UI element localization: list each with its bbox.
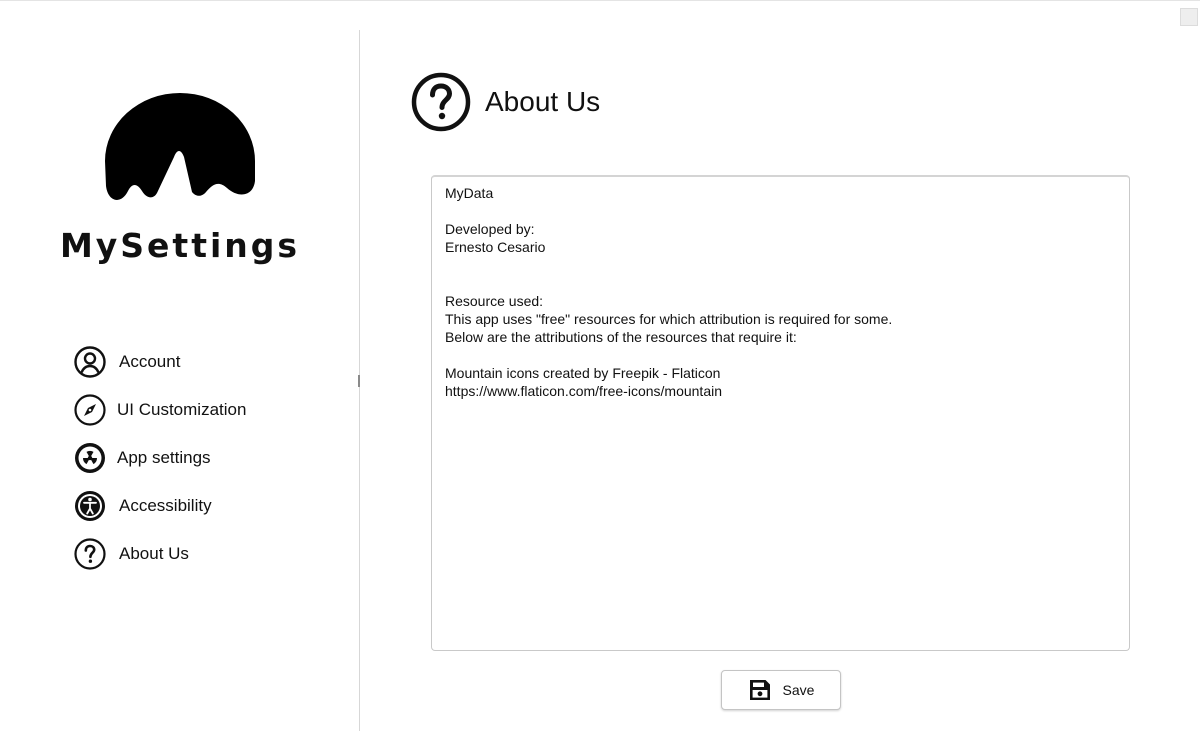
page-header: About Us [411, 71, 600, 133]
sidebar-item-label: UI Customization [117, 400, 247, 419]
accessibility-icon [75, 491, 105, 521]
sidebar-item-ui-customization[interactable]: UI Customization [74, 393, 354, 427]
text-line [445, 256, 1116, 274]
sidebar-item-about-us[interactable]: About Us [74, 537, 354, 571]
app-brand: MySettings [59, 226, 301, 265]
text-line: Below are the attributions of the resour… [445, 329, 797, 345]
question-circle-icon [411, 72, 471, 132]
sidebar-item-account[interactable]: Account [74, 345, 354, 379]
compass-icon [74, 394, 106, 426]
sidebar-item-label: About Us [119, 544, 189, 563]
window-corner-button[interactable] [1180, 8, 1198, 26]
user-circle-icon [74, 346, 106, 378]
question-circle-icon [74, 538, 106, 570]
sidebar-item-label: Account [119, 352, 181, 371]
page-title: About Us [485, 86, 601, 117]
save-button-label: Save [782, 682, 815, 698]
text-line [445, 274, 1116, 292]
save-button[interactable]: Save [721, 670, 841, 710]
sidebar-item-label: Accessibility [119, 496, 212, 515]
text-line: Developed by: [445, 221, 535, 237]
text-line: Ernesto Cesario [445, 239, 546, 255]
text-line: Mountain icons created by Freepik - Flat… [445, 365, 721, 381]
text-line: Resource used: [445, 293, 544, 309]
text-line: https://www.flaticon.com/free-icons/moun… [445, 383, 723, 399]
text-line [445, 202, 1116, 220]
sidebar-nav: Account UI Customization App settings Ac… [74, 345, 354, 585]
floppy-disk-icon [749, 680, 770, 700]
text-line: This app uses "free" resources for which… [445, 311, 893, 327]
sidebar: MySettings Account UI Customization App … [0, 0, 360, 731]
sidebar-resize-handle[interactable] [358, 375, 360, 387]
about-text-area[interactable]: MyData Developed by: Ernesto Cesario Res… [431, 175, 1130, 651]
radiation-icon [75, 443, 105, 473]
sidebar-item-app-settings[interactable]: App settings [74, 441, 354, 475]
text-line: MyData [445, 185, 494, 201]
sidebar-item-accessibility[interactable]: Accessibility [74, 489, 354, 523]
text-line [445, 346, 1116, 364]
mountain-icon [105, 93, 255, 200]
sidebar-item-label: App settings [117, 448, 211, 467]
